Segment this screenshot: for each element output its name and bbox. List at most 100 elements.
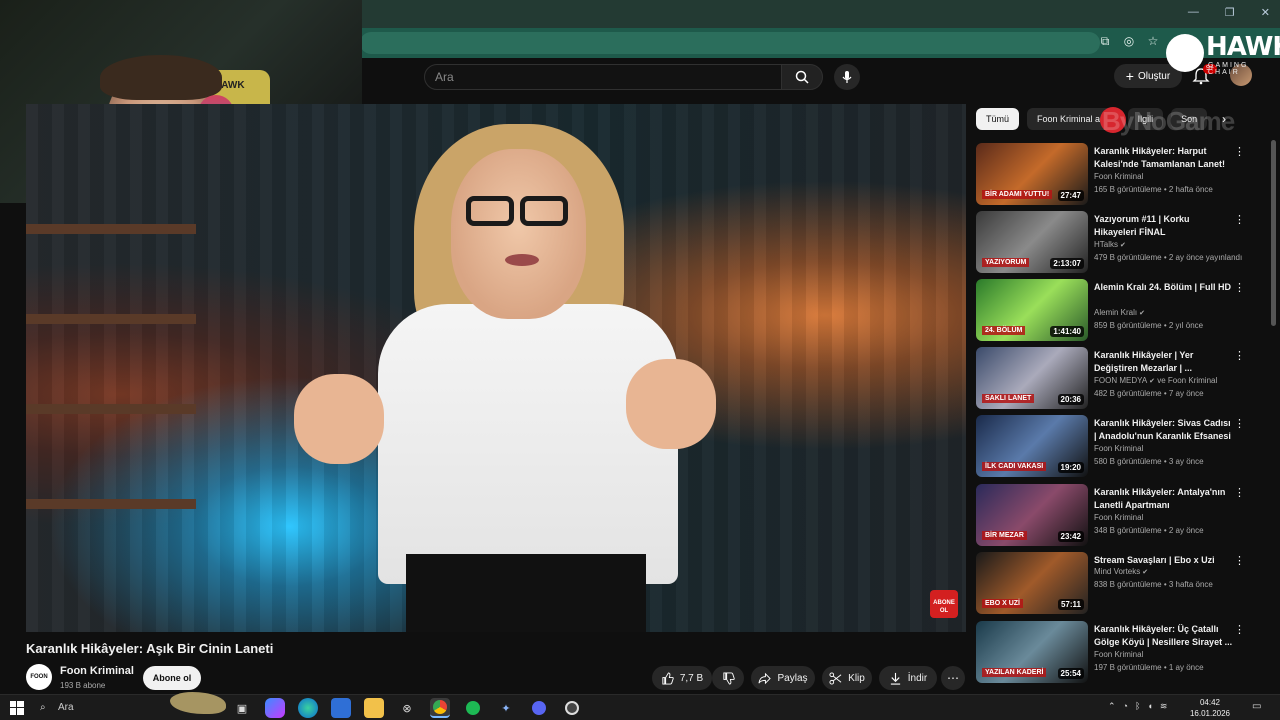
recommended-title[interactable]: Karanlık Hikâyeler | Yer Değiştiren Meza… xyxy=(1094,349,1234,375)
video-thumbnail[interactable]: BİR MEZAR 23:42 xyxy=(976,484,1088,546)
recommended-video[interactable]: İLK CADI VAKASI 19:20 Karanlık Hikâyeler: … xyxy=(976,415,1266,477)
video-thumbnail[interactable]: YAZIYORUM 2:13:07 xyxy=(976,211,1088,273)
xbox-icon[interactable]: ⊗ xyxy=(397,698,417,718)
more-vert-icon[interactable]: ⋮ xyxy=(1234,281,1245,294)
address-bar[interactable] xyxy=(360,32,1100,54)
share-icon xyxy=(758,672,772,684)
tab-icon[interactable]: ⧉ xyxy=(1098,34,1112,49)
channel-name[interactable]: Foon Kriminal xyxy=(60,665,134,677)
sidebar-scrollbar[interactable] xyxy=(1271,140,1276,326)
more-vert-icon[interactable]: ⋮ xyxy=(1234,349,1245,362)
recommended-title[interactable]: Karanlık Hikâyeler: Antalya'nın Lanetli … xyxy=(1094,486,1234,512)
recommended-title[interactable]: Karanlık Hikâyeler: Üç Çatallı Gölge Köy… xyxy=(1094,623,1234,649)
star-icon[interactable]: ☆ xyxy=(1146,34,1160,49)
channel-avatar[interactable]: FOON xyxy=(26,664,52,690)
video-thumbnail[interactable]: EBO X UZİ 57:11 xyxy=(976,552,1088,614)
chevron-up-icon[interactable]: ⌃ xyxy=(1108,701,1116,712)
more-vert-icon[interactable]: ⋮ xyxy=(1234,213,1245,226)
file-explorer-icon[interactable] xyxy=(364,698,384,718)
network-icon[interactable]: ◔ xyxy=(1123,701,1128,712)
clock-time: 04:42 xyxy=(1199,698,1221,707)
recommended-meta: 348 B görüntüleme • 2 ay önce xyxy=(1094,526,1204,535)
recommended-title[interactable]: Alemin Kralı 24. Bölüm | Full HD xyxy=(1094,281,1234,294)
edge-icon[interactable] xyxy=(298,698,318,718)
search-input[interactable]: Ara xyxy=(424,64,782,90)
recommended-video[interactable]: YAZIYORUM 2:13:07 Yazıyorum #11 | Korku Hi… xyxy=(976,211,1266,273)
more-vert-icon[interactable]: ⋮ xyxy=(1234,145,1245,158)
share-label: Paylaş xyxy=(777,672,808,684)
clip-label: Klip xyxy=(848,672,865,684)
more-actions-button[interactable]: ⋯ xyxy=(941,666,965,690)
video-thumbnail[interactable]: SAKLI LANET 20:36 xyxy=(976,347,1088,409)
video-player[interactable]: ABONE OL xyxy=(26,104,966,632)
microphone-icon xyxy=(842,71,852,83)
obs-icon[interactable] xyxy=(562,698,582,718)
bluetooth-icon[interactable]: ᛒ xyxy=(1135,701,1140,712)
video-duration: 1:41:40 xyxy=(1050,326,1084,337)
recommended-video[interactable]: 24. BÖLÜM 1:41:40 Alemin Kralı 24. Bölüm |… xyxy=(976,279,1266,341)
search-button[interactable] xyxy=(781,64,823,90)
presenter-pants xyxy=(406,554,646,632)
windows-start-icon[interactable] xyxy=(10,701,24,715)
recommended-channel[interactable]: Foon Kriminal xyxy=(1094,513,1143,522)
close-button[interactable]: ✕ xyxy=(1261,6,1270,19)
recommended-title[interactable]: Yazıyorum #11 | Korku Hikayeleri FİNAL xyxy=(1094,213,1234,239)
recommended-title[interactable]: Stream Savaşları | Ebo x Uzi xyxy=(1094,554,1234,567)
recommended-video[interactable]: YAZILAN KADERİ 25:54 Karanlık Hikâyeler: Ü… xyxy=(976,621,1266,683)
volume-icon[interactable]: ◖ xyxy=(1147,701,1152,712)
more-vert-icon[interactable]: ⋮ xyxy=(1234,623,1245,636)
wifi-icon[interactable]: ≋ xyxy=(1160,701,1168,712)
recommended-title[interactable]: Karanlık Hikâyeler: Harput Kalesi'nde Ta… xyxy=(1094,145,1234,171)
download-button[interactable]: İndir xyxy=(879,666,937,690)
more-vert-icon[interactable]: ⋮ xyxy=(1234,486,1245,499)
subscribe-button[interactable]: Abone ol xyxy=(143,666,201,690)
eye-off-icon[interactable]: ◎ xyxy=(1122,34,1136,49)
maximize-button[interactable]: ❐ xyxy=(1225,6,1235,19)
subscribe-watermark[interactable]: ABONE OL xyxy=(930,590,958,618)
notification-icon[interactable]: ▭ xyxy=(1252,701,1261,712)
minimize-button[interactable]: — xyxy=(1188,6,1199,19)
video-duration: 23:42 xyxy=(1057,531,1084,542)
video-thumbnail[interactable]: BİR ADAMI YUTTU! 27:47 xyxy=(976,143,1088,205)
like-button[interactable]: 7,7 B xyxy=(652,666,712,690)
recommended-video[interactable]: BİR MEZAR 23:42 Karanlık Hikâyeler: Antaly… xyxy=(976,484,1266,546)
recommended-channel[interactable]: Foon Kriminal xyxy=(1094,444,1143,453)
recommended-video[interactable]: SAKLI LANET 20:36 Karanlık Hikâyeler | Yer… xyxy=(976,347,1266,409)
search-icon xyxy=(795,70,809,84)
subscriber-count: 193 B abone xyxy=(60,681,106,690)
video-thumbnail[interactable]: İLK CADI VAKASI 19:20 xyxy=(976,415,1088,477)
recommended-meta: 479 B görüntüleme • 2 ay önce yayınlandı xyxy=(1094,253,1243,262)
discord-icon[interactable] xyxy=(529,698,549,718)
recommended-channel[interactable]: FOON MEDYA ✔ ve Foon Kriminal xyxy=(1094,376,1217,385)
share-button[interactable]: Paylaş xyxy=(751,666,815,690)
spotify-icon[interactable] xyxy=(463,698,483,718)
app-icon[interactable]: ✦ xyxy=(496,698,516,718)
video-duration: 20:36 xyxy=(1057,394,1084,405)
recommended-video[interactable]: BİR ADAMI YUTTU! 27:47 Karanlık Hikâyeler:… xyxy=(976,143,1266,205)
chrome-icon[interactable] xyxy=(430,698,450,718)
more-icon: ⋯ xyxy=(947,671,959,685)
recommended-channel[interactable]: Alemin Kralı ✔ xyxy=(1094,308,1145,317)
dislike-button[interactable] xyxy=(712,666,744,690)
clip-button[interactable]: Klip xyxy=(822,666,872,690)
recommended-meta: 838 B görüntüleme • 3 hafta önce xyxy=(1094,580,1213,589)
more-vert-icon[interactable]: ⋮ xyxy=(1234,417,1245,430)
voice-search-button[interactable] xyxy=(834,64,860,90)
taskbar-clock[interactable]: 04:42 16.01.2026 xyxy=(1186,697,1234,719)
more-vert-icon[interactable]: ⋮ xyxy=(1234,554,1245,567)
presenter-shirt xyxy=(378,304,678,584)
recommended-channel[interactable]: Foon Kriminal xyxy=(1094,650,1143,659)
recommended-video[interactable]: EBO X UZİ 57:11 Stream Savaşları | Ebo x U… xyxy=(976,552,1266,614)
task-view-icon[interactable]: ▣ xyxy=(232,698,252,718)
video-thumbnail[interactable]: 24. BÖLÜM 1:41:40 xyxy=(976,279,1088,341)
recommended-title[interactable]: Karanlık Hikâyeler: Sivas Cadısı | Anado… xyxy=(1094,417,1234,443)
recommended-channel[interactable]: Foon Kriminal xyxy=(1094,172,1143,181)
mail-icon[interactable] xyxy=(331,698,351,718)
video-duration: 57:11 xyxy=(1057,599,1084,610)
clock-date: 16.01.2026 xyxy=(1189,709,1231,718)
copilot-icon[interactable] xyxy=(265,698,285,718)
recommended-channel[interactable]: HTalks ✔ xyxy=(1094,240,1126,249)
chip-all[interactable]: Tümü xyxy=(976,108,1020,130)
recommended-channel[interactable]: Mind Vorteks ✔ xyxy=(1094,567,1148,576)
video-thumbnail[interactable]: YAZILAN KADERİ 25:54 xyxy=(976,621,1088,683)
